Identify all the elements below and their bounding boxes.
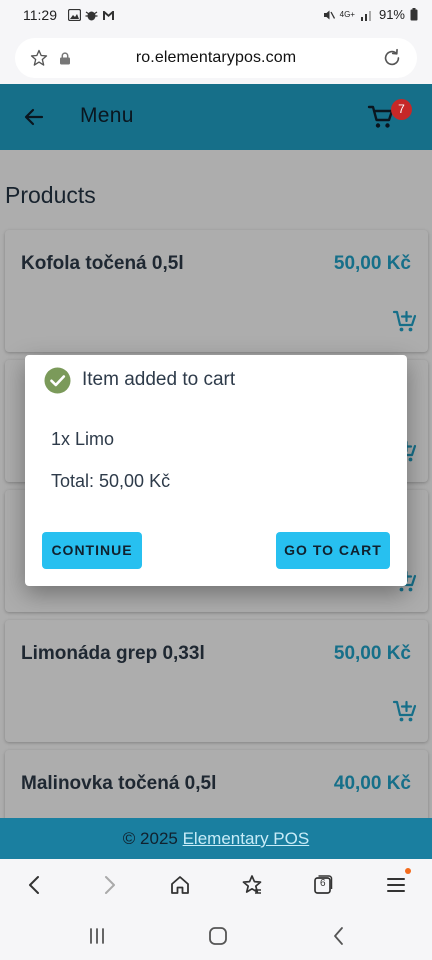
signal-icon xyxy=(360,10,371,21)
dialog-title: Item added to cart xyxy=(82,369,236,390)
home-icon[interactable] xyxy=(168,873,192,897)
system-back-icon[interactable] xyxy=(328,925,350,947)
tabs-count: 6 xyxy=(320,878,326,889)
continue-button[interactable]: CONTINUE xyxy=(42,532,142,569)
gmail-notification-icon xyxy=(103,11,114,20)
system-navigation-bar xyxy=(0,911,432,960)
menu-icon[interactable] xyxy=(384,873,408,897)
go-to-cart-button[interactable]: GO TO CART xyxy=(276,532,390,569)
status-time: 11:29 xyxy=(23,7,57,23)
cart-total: Total: 50,00 Kč xyxy=(51,471,171,491)
browser-back-icon[interactable] xyxy=(23,873,47,897)
check-circle-icon xyxy=(44,367,71,394)
item-added-dialog: Item added to cart 1x Limo Total: 50,00 … xyxy=(25,355,407,586)
browser-toolbar: ro.elementarypos.com xyxy=(0,32,432,84)
page-footer: © 2025 Elementary POS xyxy=(0,818,432,859)
battery-percent: 91% xyxy=(378,7,405,22)
url-text[interactable]: ro.elementarypos.com xyxy=(15,49,417,67)
cart-count-badge: 7 xyxy=(391,99,412,120)
gallery-notification-icon xyxy=(68,9,81,21)
mute-icon xyxy=(323,10,335,19)
browser-forward-icon[interactable] xyxy=(97,873,121,897)
notification-dot xyxy=(405,868,411,874)
reload-icon[interactable] xyxy=(381,47,403,69)
status-bar: 11:29 4G+ 91% xyxy=(0,0,432,32)
browser-bottom-bar: 6 xyxy=(0,859,432,911)
bug-notification-icon xyxy=(85,11,98,21)
added-item-line: 1x Limo xyxy=(51,429,115,449)
address-bar[interactable]: ro.elementarypos.com xyxy=(15,38,417,78)
bookmarks-icon[interactable] xyxy=(240,873,264,897)
recent-apps-icon[interactable] xyxy=(86,925,108,947)
network-type: 4G+ xyxy=(339,10,355,19)
home-button-icon[interactable] xyxy=(207,925,229,947)
battery-icon xyxy=(410,8,418,21)
